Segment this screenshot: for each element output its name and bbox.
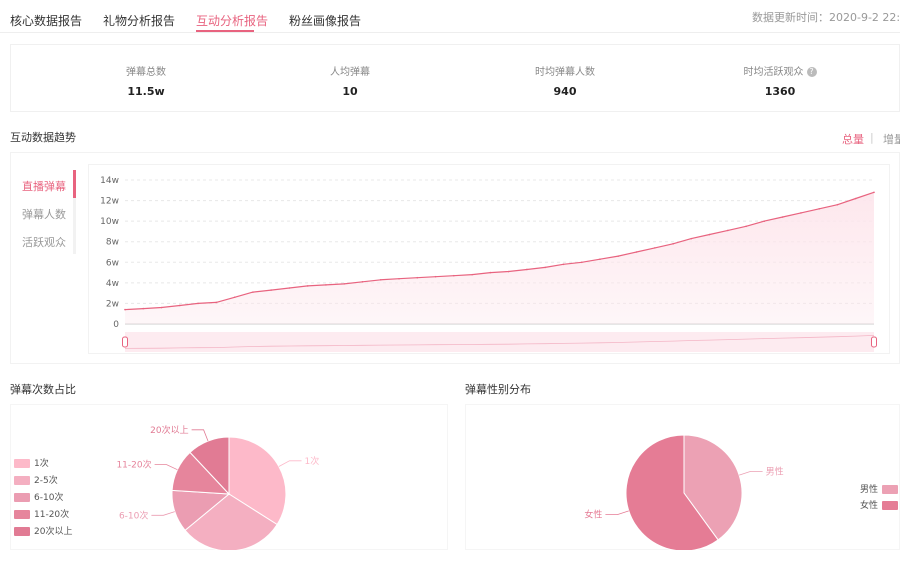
pie-slice-label: 男性 [766, 465, 784, 477]
pie-slice-label: 6-10次 [119, 509, 148, 521]
data-point [800, 212, 802, 214]
data-point [416, 276, 419, 279]
pie-label-line [191, 429, 209, 442]
tab-core-data[interactable]: 核心数据报告 [10, 12, 82, 29]
data-point [489, 271, 492, 274]
data-point [562, 263, 565, 266]
gender-pie-chart: 男性女性 [584, 434, 784, 550]
stats-panel: 弹幕总数 11.5w 人均弹幕 10 时均弹幕人数 940 时均活跃观众? 13… [10, 44, 900, 112]
tab-interaction-analysis[interactable]: 互动分析报告 [196, 12, 268, 29]
count-pie-title: 弹幕次数占比 [10, 383, 76, 396]
data-point [270, 289, 272, 291]
y-tick-label: 2w [106, 299, 119, 309]
data-point [599, 258, 601, 260]
data-point [763, 220, 766, 222]
side-nav-active-indicator [73, 170, 76, 198]
data-point [507, 270, 510, 273]
trend-title: 互动数据趋势 [10, 131, 76, 144]
data-point [708, 233, 711, 236]
stat-label-hourly-active: 时均活跃观众? [720, 63, 840, 78]
help-icon[interactable]: ? [806, 67, 817, 77]
data-point [434, 275, 437, 278]
stat-value-avg-danmaku: 10 [342, 85, 358, 98]
data-point [526, 268, 528, 271]
data-point [142, 307, 145, 310]
update-time: 数据更新时间：2020-9-2 22:00:0 [752, 11, 900, 24]
toggle-total[interactable]: 总量 [842, 131, 864, 147]
toggle-increment[interactable]: 增量 [883, 131, 900, 147]
data-point [580, 261, 583, 264]
data-point [379, 278, 382, 281]
data-point [745, 225, 747, 228]
data-point [343, 283, 346, 285]
data-point [471, 273, 473, 276]
pie-slice-label: 20次以上 [150, 424, 188, 436]
data-point [233, 296, 236, 299]
data-point [818, 208, 820, 210]
y-tick-label: 14w [100, 176, 119, 186]
side-item-live-danmaku[interactable]: 直播弹幕 [22, 178, 66, 194]
stat-label-hourly-danmaku-users: 时均弹幕人数 [535, 67, 595, 78]
side-item-danmaku-users[interactable]: 弹幕人数 [22, 206, 66, 222]
data-point [544, 266, 546, 269]
data-point [635, 251, 638, 253]
data-point [836, 203, 839, 206]
data-point [197, 302, 199, 305]
zoom-handle-left[interactable] [122, 336, 128, 348]
data-point [179, 304, 181, 307]
pie-label-line [739, 471, 763, 476]
data-point [873, 191, 875, 194]
y-tick-label: 10w [100, 217, 119, 227]
stat-label-total-danmaku: 弹幕总数 [126, 67, 166, 78]
stat-label-avg-danmaku: 人均弹幕 [330, 67, 370, 78]
data-point [160, 306, 163, 309]
data-point [398, 277, 400, 280]
y-tick-label: 0 [113, 320, 119, 330]
y-tick-label: 8w [106, 238, 119, 248]
count-pie-chart: 1次2-5次6-10次11-20次20次以上 [116, 424, 320, 550]
tab-gift-analysis[interactable]: 礼物分析报告 [103, 12, 175, 29]
pie-slice-label: 女性 [584, 509, 602, 521]
y-tick-label: 4w [106, 279, 119, 289]
pie-slice-label: 11-20次 [116, 459, 151, 471]
data-point [215, 301, 218, 304]
data-point [361, 281, 364, 283]
tab-fan-profile[interactable]: 粉丝画像报告 [289, 12, 361, 29]
stat-value-hourly-danmaku-users: 940 [553, 85, 577, 98]
data-point [653, 247, 656, 249]
data-point [727, 229, 729, 232]
toggle-separator: | [870, 131, 874, 144]
series-area [125, 192, 874, 324]
stat-value-hourly-active: 1360 [764, 85, 796, 98]
data-point [252, 291, 254, 293]
data-point [781, 216, 784, 218]
data-point [288, 287, 291, 289]
data-point [124, 308, 126, 311]
stat-label-hourly-active-text: 时均活跃观众 [743, 67, 804, 78]
pie-label-line [151, 511, 175, 516]
data-point [854, 197, 857, 200]
trend-chart: 0 2w 4w 6w 8w 10w 12w 14w [100, 176, 877, 352]
pie-label-line [154, 464, 178, 471]
stat-value-total-danmaku: 11.5w [127, 85, 165, 98]
y-tick-label: 6w [106, 258, 119, 268]
data-point [617, 255, 620, 257]
data-point [306, 285, 309, 287]
gender-pie-title: 弹幕性别分布 [465, 383, 531, 396]
zoom-handle-right[interactable] [871, 336, 877, 348]
pie-label-line [605, 510, 629, 515]
data-point [672, 242, 674, 245]
y-tick-label: 12w [100, 197, 119, 207]
data-point [690, 237, 693, 240]
tabs-divider [0, 32, 900, 33]
data-point [325, 284, 327, 286]
pie-label-line [278, 460, 302, 467]
zoom-slider-track[interactable] [125, 332, 874, 352]
side-item-active-viewers[interactable]: 活跃观众 [22, 234, 66, 250]
pie-slice-label: 1次 [305, 455, 320, 467]
data-point [453, 274, 455, 277]
